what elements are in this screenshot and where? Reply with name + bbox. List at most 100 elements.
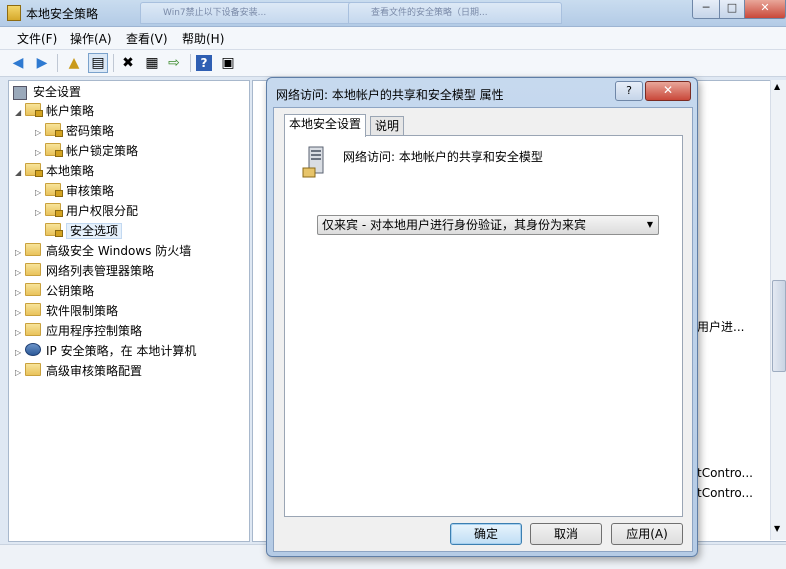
folder-icon xyxy=(45,203,63,217)
dialog-body: 本地安全设置 说明 网络访问: 本地帐户的共享和安全模型 仅来宾 - 对本地用户… xyxy=(273,107,693,552)
expanded-arrow-icon[interactable]: ◢ xyxy=(15,164,25,182)
tree-item[interactable]: ▷ 公钥策略 xyxy=(15,282,94,300)
server-icon xyxy=(302,146,324,178)
tree-item-label: 用户权限分配 xyxy=(66,204,139,218)
folder-icon xyxy=(25,163,43,177)
menu-view[interactable]: 查看(V) xyxy=(126,30,168,47)
collapsed-arrow-icon[interactable]: ▷ xyxy=(15,264,25,282)
collapsed-arrow-icon[interactable]: ▷ xyxy=(35,144,45,162)
collapsed-arrow-icon[interactable]: ▷ xyxy=(15,324,25,342)
tree-item-label: 网络列表管理器策略 xyxy=(46,264,155,278)
window-titlebar: 本地安全策略 Win7禁止以下设备安装... 查看文件的安全策略（日期... ─… xyxy=(0,0,786,27)
collapsed-arrow-icon[interactable]: ▷ xyxy=(15,344,25,362)
apply-button[interactable]: 应用(A) xyxy=(611,523,683,545)
folder-icon xyxy=(25,263,41,276)
folder-icon xyxy=(45,143,63,157)
back-arrow-icon[interactable]: ◀ xyxy=(8,53,28,73)
folder-icon xyxy=(45,183,63,197)
tree-item[interactable]: ▷ 高级安全 Windows 防火墙 xyxy=(15,242,191,260)
chevron-down-icon[interactable]: ▼ xyxy=(647,216,653,234)
tab-explain[interactable]: 说明 xyxy=(370,116,405,136)
window-title: 本地安全策略 xyxy=(26,7,99,21)
dialog-close-button[interactable]: ✕ xyxy=(645,81,691,101)
expanded-arrow-icon[interactable]: ◢ xyxy=(15,104,25,122)
tree-item[interactable]: ▷ 网络列表管理器策略 xyxy=(15,262,154,280)
properties-icon[interactable]: ▦ xyxy=(142,53,162,73)
tree-item[interactable]: ▷ 软件限制策略 xyxy=(15,302,118,320)
menu-file[interactable]: 文件(F) xyxy=(17,30,57,47)
tree-item[interactable]: ▷ 用户权限分配 xyxy=(35,202,138,220)
ok-button[interactable]: 确定 xyxy=(450,523,522,545)
cancel-button[interactable]: 取消 xyxy=(530,523,602,545)
dialog-help-button[interactable]: ? xyxy=(615,81,643,101)
toolbar: ◀ ▶ ▲ ▤ ✖ ▦ ⇨ ? ▣ xyxy=(0,50,786,77)
forward-arrow-icon[interactable]: ▶ xyxy=(32,53,52,73)
show-hide-tree-icon[interactable]: ▤ xyxy=(88,53,108,73)
tree-item-label: IP 安全策略，在 本地计算机 xyxy=(46,344,197,358)
menu-help[interactable]: 帮助(H) xyxy=(182,30,224,47)
tree-item-label: 帐户锁定策略 xyxy=(66,144,139,158)
security-settings-icon xyxy=(13,86,27,100)
tree-item-label: 软件限制策略 xyxy=(46,304,119,318)
scroll-up-arrow-icon[interactable]: ▲ xyxy=(774,82,780,91)
background-tab-1[interactable]: Win7禁止以下设备安装... xyxy=(140,2,354,24)
tree-item[interactable]: ◢ 帐户策略 xyxy=(15,102,94,120)
delete-icon[interactable]: ✖ xyxy=(118,53,138,73)
folder-icon xyxy=(45,123,63,137)
tree-item-label: 密码策略 xyxy=(66,124,115,138)
background-tab-2[interactable]: 查看文件的安全策略（日期... xyxy=(348,2,562,24)
collapsed-arrow-icon[interactable]: ▷ xyxy=(15,364,25,382)
tab-panel: 网络访问: 本地帐户的共享和安全模型 仅来宾 - 对本地用户进行身份验证，其身份… xyxy=(284,135,683,517)
tree-item-label: 高级审核策略配置 xyxy=(46,364,143,378)
folder-icon xyxy=(45,223,63,237)
tree-item-label: 帐户策略 xyxy=(46,104,95,118)
policy-row-fragment-3[interactable]: tContro... xyxy=(697,486,753,500)
tree-item[interactable]: ▷ 帐户锁定策略 xyxy=(35,142,138,160)
properties-dialog: 网络访问: 本地帐户的共享和安全模型 属性 ? ✕ 本地安全设置 说明 网络访问… xyxy=(266,77,698,557)
tree-item-label: 本地策略 xyxy=(46,164,95,178)
sharing-model-selected-value: 仅来宾 - 对本地用户进行身份验证，其身份为来宾 xyxy=(322,218,586,232)
menu-action[interactable]: 操作(A) xyxy=(70,30,112,47)
toolbar-separator-2 xyxy=(113,54,114,72)
folder-icon xyxy=(25,243,41,256)
tree-item[interactable]: ▷ 应用程序控制策略 xyxy=(15,322,142,340)
scroll-down-arrow-icon[interactable]: ▼ xyxy=(774,524,780,533)
tree-root-security-settings[interactable]: 安全设置 xyxy=(13,83,81,101)
collapsed-arrow-icon[interactable]: ▷ xyxy=(35,124,45,142)
collapsed-arrow-icon[interactable]: ▷ xyxy=(15,244,25,262)
tree-item-label: 应用程序控制策略 xyxy=(46,324,143,338)
folder-icon xyxy=(25,283,41,296)
tree-root-label: 安全设置 xyxy=(33,85,82,99)
collapsed-arrow-icon[interactable]: ▷ xyxy=(15,304,25,322)
policy-row-fragment-2[interactable]: tContro... xyxy=(697,466,753,480)
policy-row-fragment-1[interactable]: 用户进... xyxy=(697,318,744,335)
tab-local-security-setting[interactable]: 本地安全设置 xyxy=(284,114,367,137)
minimize-button[interactable]: ─ xyxy=(692,0,720,19)
collapsed-arrow-icon[interactable]: ▷ xyxy=(15,284,25,302)
dialog-title: 网络访问: 本地帐户的共享和安全模型 属性 xyxy=(276,88,504,102)
folder-icon xyxy=(25,303,41,316)
up-folder-icon[interactable]: ▲ xyxy=(64,53,84,73)
collapsed-arrow-icon[interactable]: ▷ xyxy=(35,184,45,202)
help-icon[interactable]: ? xyxy=(196,55,212,71)
maximize-button[interactable]: □ xyxy=(719,0,745,19)
menu-bar: 文件(F) 操作(A) 查看(V) 帮助(H) xyxy=(0,27,786,50)
tree-item-label: 安全选项 xyxy=(66,223,123,239)
details-view-icon[interactable]: ▣ xyxy=(218,53,238,73)
tree-item[interactable]: ▷ IP 安全策略，在 本地计算机 xyxy=(15,342,196,360)
tree-item[interactable]: 安全选项 xyxy=(35,222,123,240)
tree-item[interactable]: ◢ 本地策略 xyxy=(15,162,94,180)
scrollbar-thumb[interactable] xyxy=(772,280,786,372)
toolbar-separator xyxy=(57,54,58,72)
ip-security-icon xyxy=(25,343,41,356)
tree-item[interactable]: ▷ 密码策略 xyxy=(35,122,114,140)
tree-item[interactable]: ▷ 审核策略 xyxy=(35,182,114,200)
tree-item-label: 高级安全 Windows 防火墙 xyxy=(46,244,192,258)
sharing-model-select[interactable]: 仅来宾 - 对本地用户进行身份验证，其身份为来宾 ▼ xyxy=(317,215,659,235)
tree-item[interactable]: ▷ 高级审核策略配置 xyxy=(15,362,142,380)
navigation-tree: 安全设置 ◢ 帐户策略 ▷ 密码策略 ▷ 帐户锁定策略 ◢ 本地策略 ▷ 审核策略 ▷ 用户权限分配安… xyxy=(8,80,250,542)
folder-icon xyxy=(25,323,41,336)
export-list-icon[interactable]: ⇨ xyxy=(164,53,184,73)
window-close-button[interactable]: ✕ xyxy=(744,0,786,19)
collapsed-arrow-icon[interactable]: ▷ xyxy=(35,204,45,222)
